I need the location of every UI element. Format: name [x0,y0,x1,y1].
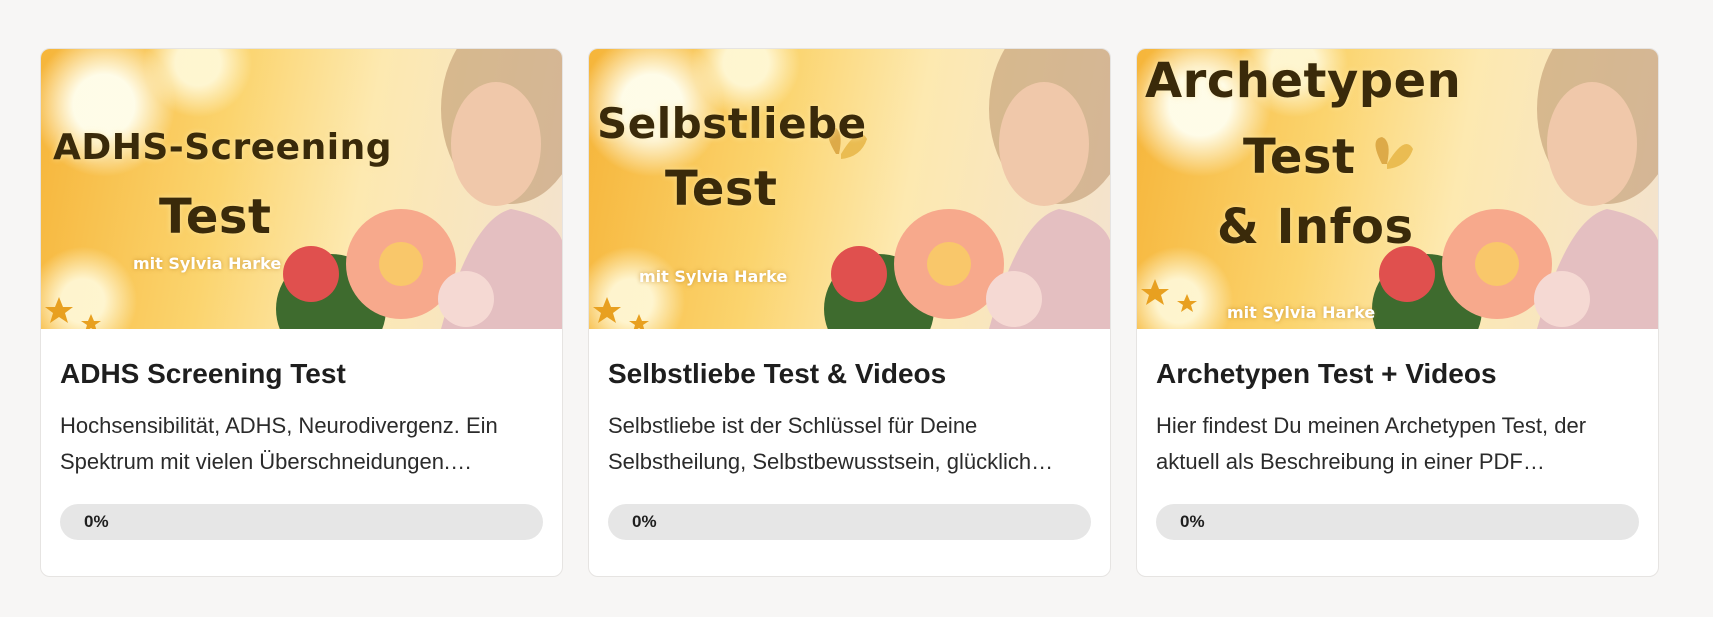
course-description-line: Hochsensibilität, ADHS, Neurodivergenz. … [60,413,498,438]
thumbnail-title-line2: Test [1243,129,1356,185]
thumbnail-byline: mit Sylvia Harke [639,267,788,286]
progress-label: 0% [84,512,109,531]
course-description-line: aktuell als Beschreibung in einer PDF… [1156,449,1545,474]
thumbnail-title-line2: Test [665,161,778,217]
course-thumbnail[interactable]: Selbstliebe Test mit Sylvia Harke [589,49,1110,329]
thumbnail-byline: mit Sylvia Harke [1227,303,1376,322]
course-description-line: Selbstliebe ist der Schlüssel für Deine [608,413,978,438]
thumbnail-title-line1: Selbstliebe [597,99,867,148]
progress-label: 0% [1180,512,1205,531]
course-description-line: Hier findest Du meinen Archetypen Test, … [1156,413,1587,438]
progress-bar: 0% [60,504,543,540]
thumbnail-title-line1: Archetypen [1145,53,1462,109]
course-thumbnail[interactable]: ADHS-Screening Test mit Sylvia Harke [41,49,562,329]
course-thumbnail[interactable]: Archetypen Test & Infos mit Sylvia Harke [1137,49,1658,329]
course-card-archetypen[interactable]: Archetypen Test & Infos mit Sylvia Harke… [1136,48,1659,577]
course-description: Hochsensibilität, ADHS, Neurodivergenz. … [60,408,542,480]
progress-label: 0% [632,512,657,531]
course-title[interactable]: Selbstliebe Test & Videos [608,357,1090,391]
course-description-line: Selbstheilung, Selbstbewusstsein, glückl… [608,449,1054,474]
progress-bar: 0% [608,504,1091,540]
progress-bar: 0% [1156,504,1639,540]
thumbnail-byline: mit Sylvia Harke [133,254,282,273]
course-description-line: Spektrum mit vielen Überschneidungen.… [60,449,473,474]
thumbnail-title-line3: & Infos [1217,199,1414,255]
thumbnail-title-line2: Test [159,189,272,245]
course-description: Selbstliebe ist der Schlüssel für Deine … [608,408,1090,480]
course-card-adhs[interactable]: ADHS-Screening Test mit Sylvia Harke ADH… [40,48,563,577]
thumbnail-artwork [45,49,562,329]
course-description: Hier findest Du meinen Archetypen Test, … [1156,408,1638,480]
course-title[interactable]: Archetypen Test + Videos [1156,357,1638,391]
thumbnail-title-line1: ADHS-Screening [53,127,392,168]
course-card-selbstliebe[interactable]: Selbstliebe Test mit Sylvia Harke Selbst… [588,48,1111,577]
course-grid: ADHS-Screening Test mit Sylvia Harke ADH… [40,48,1659,577]
course-title[interactable]: ADHS Screening Test [60,357,542,391]
